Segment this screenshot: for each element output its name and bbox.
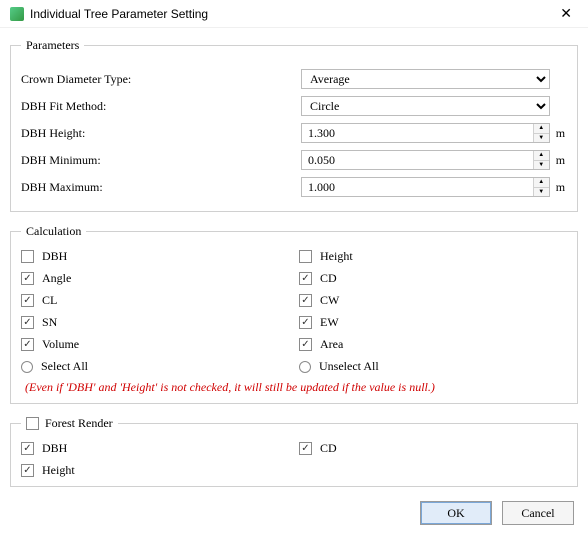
checkbox-icon (299, 250, 312, 263)
calc-label: SN (42, 315, 57, 330)
forest-render-label: CD (320, 441, 337, 456)
calc-checkbox-cw[interactable]: CW (299, 293, 567, 308)
dbh-maximum-input[interactable]: ▲▼ (301, 177, 550, 197)
calc-label: Height (320, 249, 353, 264)
calc-checkbox-cl[interactable]: CL (21, 293, 289, 308)
calc-label: CW (320, 293, 339, 308)
forest-render-label: Height (42, 463, 75, 478)
forest-render-checkbox-cd[interactable]: CD (299, 441, 567, 456)
checkbox-icon (299, 272, 312, 285)
calc-checkbox-volume[interactable]: Volume (21, 337, 289, 352)
dbh-height-input[interactable]: ▲▼ (301, 123, 550, 143)
checkbox-icon (299, 316, 312, 329)
dbh-minimum-input[interactable]: ▲▼ (301, 150, 550, 170)
dbh-maximum-unit: m (556, 180, 567, 195)
calc-checkbox-height[interactable]: Height (299, 249, 567, 264)
chevron-up-icon[interactable]: ▲ (534, 178, 549, 188)
crown-diameter-type-label: Crown Diameter Type: (21, 72, 301, 87)
crown-diameter-type-select[interactable]: Average (301, 69, 550, 89)
calculation-note: (Even if 'DBH' and 'Height' is not check… (21, 380, 567, 395)
radio-icon (21, 361, 33, 373)
checkbox-icon (299, 442, 312, 455)
chevron-down-icon[interactable]: ▼ (534, 134, 549, 143)
chevron-up-icon[interactable]: ▲ (534, 124, 549, 134)
forest-render-group: Forest Render DBH CD Height (10, 416, 578, 487)
checkbox-icon (21, 294, 34, 307)
dbh-minimum-field[interactable] (302, 151, 533, 169)
chevron-down-icon[interactable]: ▼ (534, 188, 549, 197)
calc-label: CD (320, 271, 337, 286)
forest-render-legend: Forest Render (45, 416, 113, 431)
dbh-height-field[interactable] (302, 124, 533, 142)
calc-checkbox-area[interactable]: Area (299, 337, 567, 352)
checkbox-icon (21, 316, 34, 329)
checkbox-icon (21, 338, 34, 351)
radio-icon (299, 361, 311, 373)
chevron-down-icon[interactable]: ▼ (534, 161, 549, 170)
window-title: Individual Tree Parameter Setting (30, 7, 208, 21)
dbh-maximum-label: DBH Maximum: (21, 180, 301, 195)
calc-label: DBH (42, 249, 67, 264)
forest-render-checkbox[interactable] (26, 417, 39, 430)
dbh-height-unit: m (556, 126, 567, 141)
unselect-all-label: Unselect All (319, 359, 379, 374)
checkbox-icon (21, 464, 34, 477)
calc-label: CL (42, 293, 57, 308)
dbh-maximum-field[interactable] (302, 178, 533, 196)
dbh-fit-method-select[interactable]: Circle (301, 96, 550, 116)
unselect-all-radio[interactable]: Unselect All (299, 359, 567, 374)
close-icon[interactable]: ✕ (554, 3, 578, 24)
forest-render-label: DBH (42, 441, 67, 456)
select-all-radio[interactable]: Select All (21, 359, 289, 374)
dbh-height-label: DBH Height: (21, 126, 301, 141)
parameters-legend: Parameters (21, 38, 84, 53)
checkbox-icon (299, 294, 312, 307)
cancel-button[interactable]: Cancel (502, 501, 574, 525)
checkbox-icon (21, 272, 34, 285)
calc-label: Angle (42, 271, 71, 286)
calc-checkbox-dbh[interactable]: DBH (21, 249, 289, 264)
checkbox-icon (299, 338, 312, 351)
dbh-minimum-unit: m (556, 153, 567, 168)
chevron-up-icon[interactable]: ▲ (534, 151, 549, 161)
calc-label: EW (320, 315, 339, 330)
calc-checkbox-cd[interactable]: CD (299, 271, 567, 286)
dbh-minimum-label: DBH Minimum: (21, 153, 301, 168)
checkbox-icon (21, 250, 34, 263)
forest-render-checkbox-height[interactable]: Height (21, 463, 289, 478)
ok-button[interactable]: OK (420, 501, 492, 525)
checkbox-icon (21, 442, 34, 455)
calc-checkbox-sn[interactable]: SN (21, 315, 289, 330)
parameters-group: Parameters Crown Diameter Type: Average … (10, 38, 578, 212)
dbh-fit-method-label: DBH Fit Method: (21, 99, 301, 114)
calc-label: Volume (42, 337, 79, 352)
calculation-legend: Calculation (21, 224, 86, 239)
select-all-label: Select All (41, 359, 88, 374)
calculation-group: Calculation DBH Height Angle CD CL CW SN EW Volu… (10, 224, 578, 404)
calc-checkbox-angle[interactable]: Angle (21, 271, 289, 286)
calc-checkbox-ew[interactable]: EW (299, 315, 567, 330)
app-icon (10, 7, 24, 21)
calc-label: Area (320, 337, 343, 352)
forest-render-checkbox-dbh[interactable]: DBH (21, 441, 289, 456)
